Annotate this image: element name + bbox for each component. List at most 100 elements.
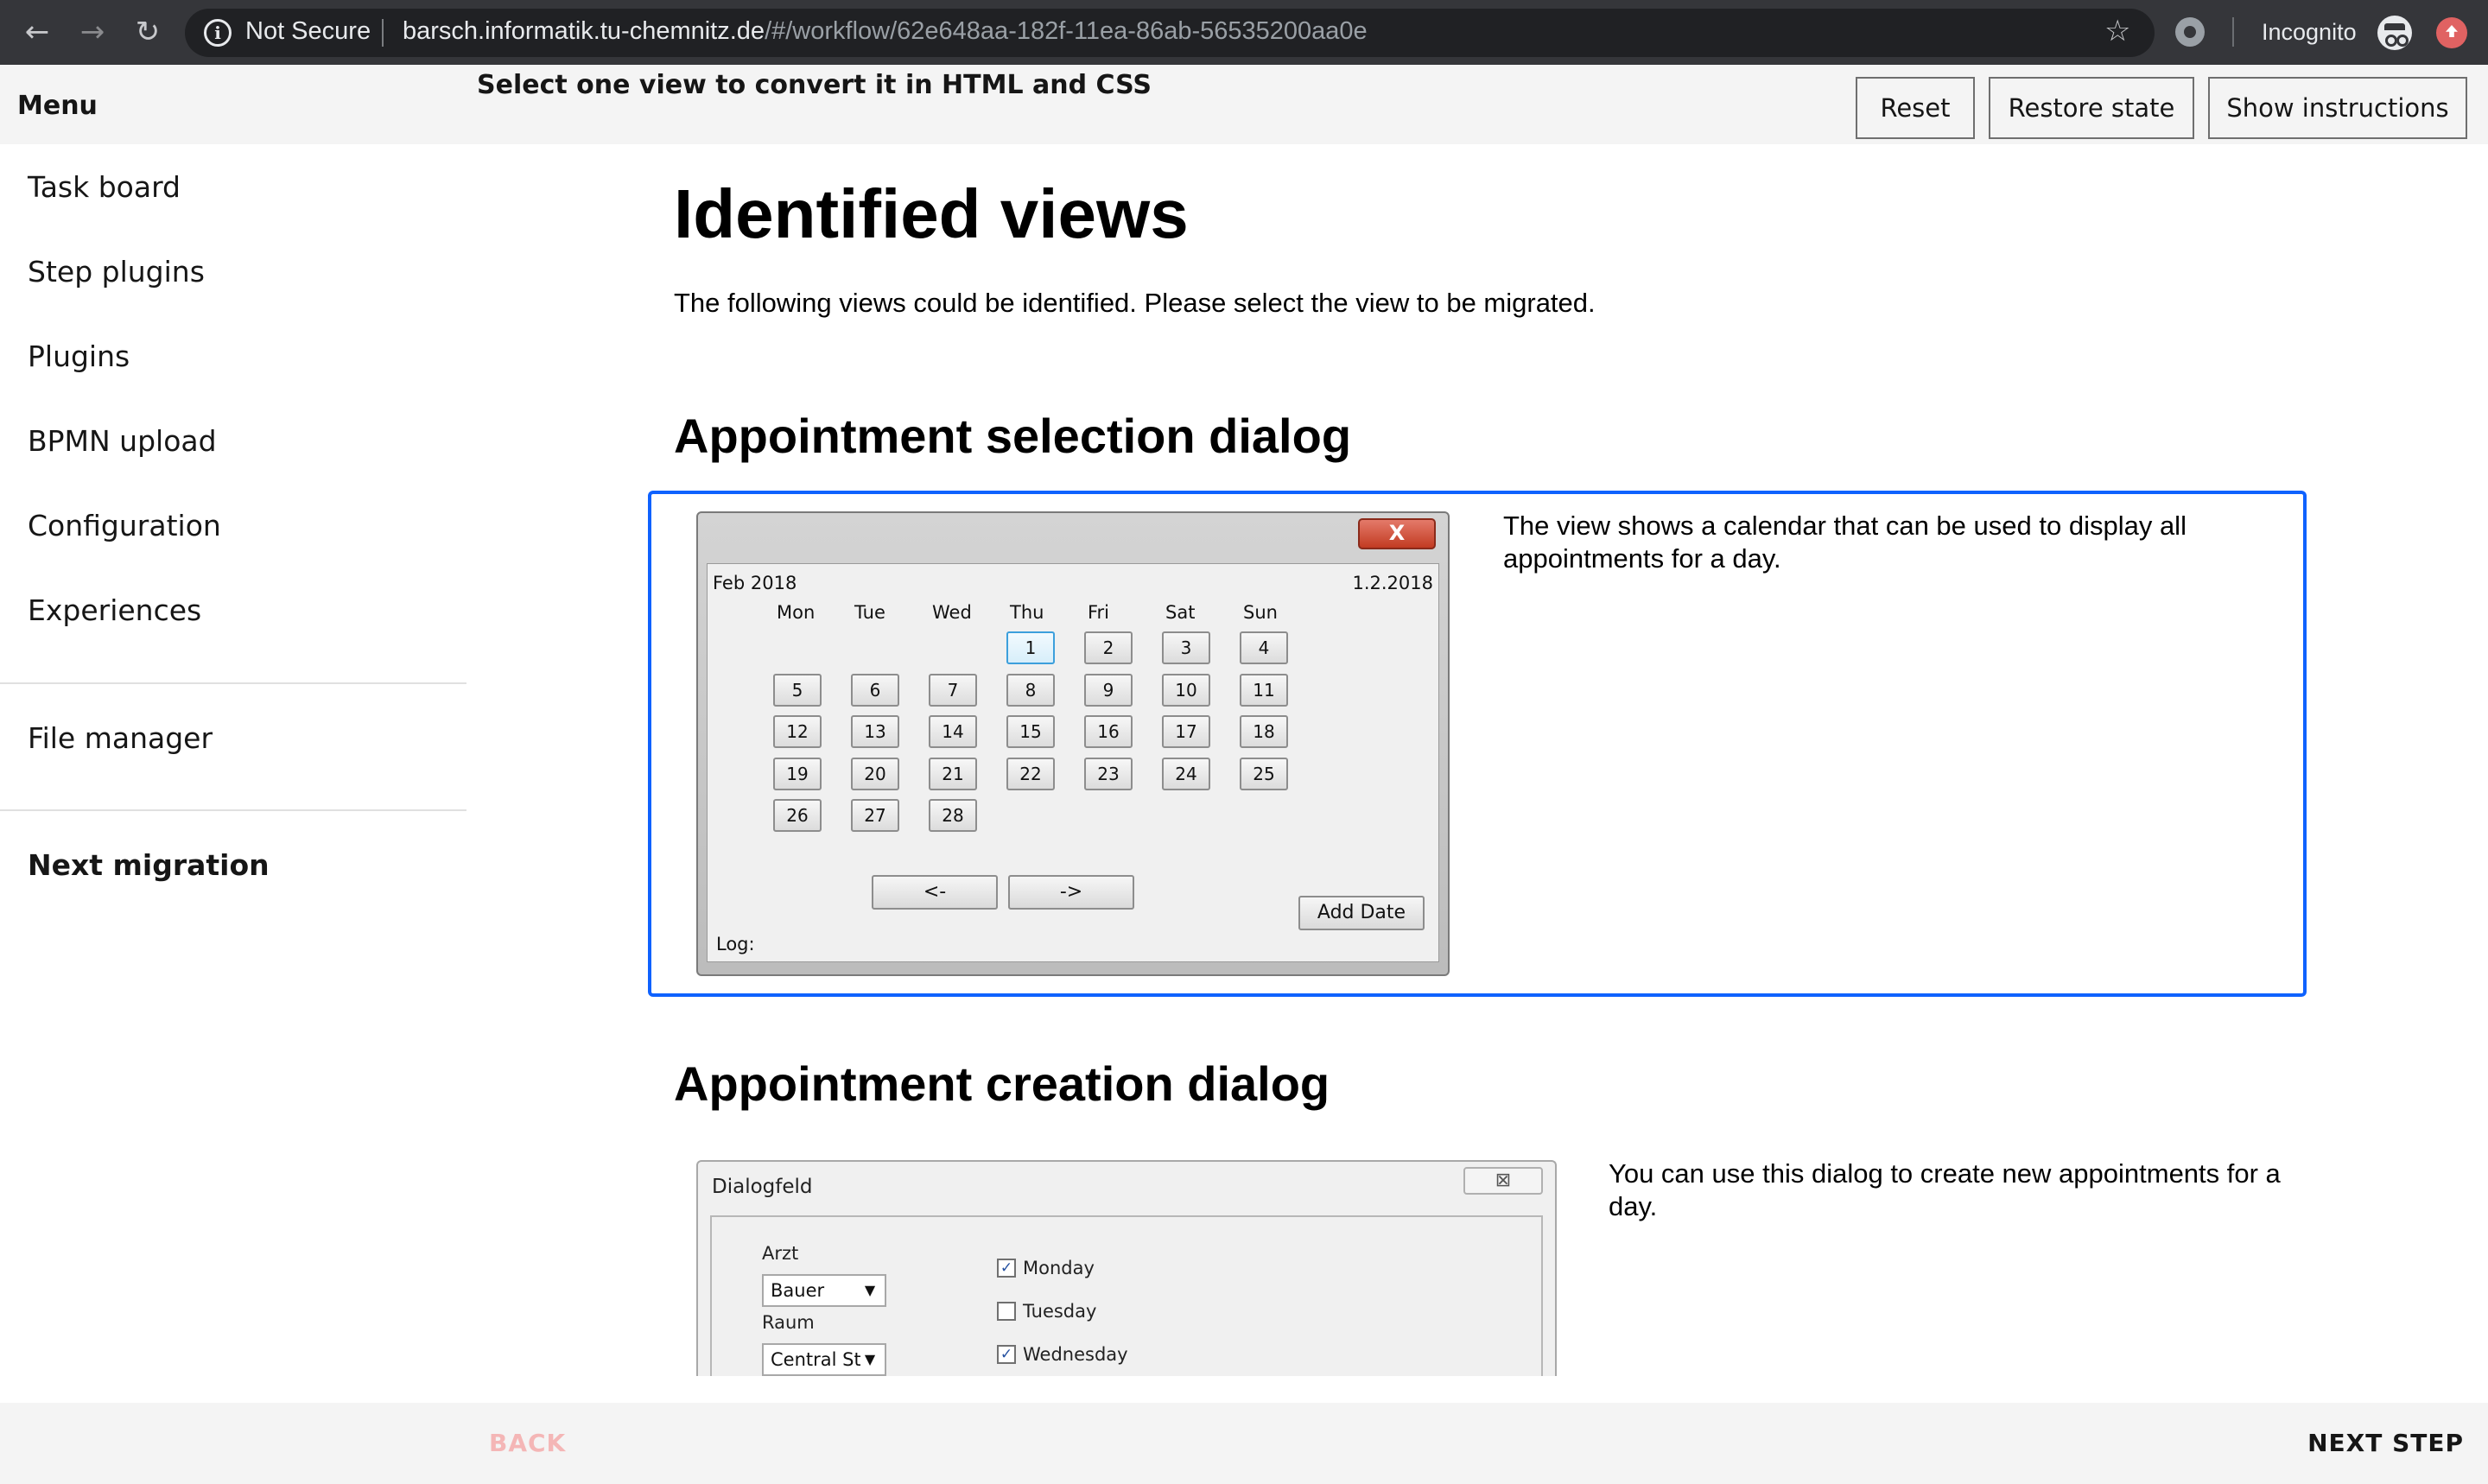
previous-month-button: <-: [872, 875, 998, 910]
security-label[interactable]: Not Secure: [245, 17, 371, 46]
reset-button[interactable]: Reset: [1856, 77, 1975, 139]
calendar-day-button: 11: [1240, 673, 1288, 707]
close-icon: X: [1358, 518, 1436, 549]
sidebar-divider: [0, 682, 466, 684]
calendar-day-button: 20: [851, 757, 899, 790]
toolbar-separator: [2232, 17, 2234, 47]
calendar-day-button: 14: [929, 715, 977, 749]
sidebar-item-experiences[interactable]: Experiences: [28, 593, 201, 627]
close-icon: ⊠: [1463, 1167, 1543, 1195]
calendar-day-button: 27: [851, 799, 899, 833]
sidebar-divider: [0, 809, 466, 811]
calendar-day-button: 7: [929, 673, 977, 707]
back-button[interactable]: BACK: [489, 1429, 566, 1457]
dialog-window-title: Dialogfeld: [712, 1176, 813, 1198]
calendar-day-button: 13: [851, 715, 899, 749]
restore-state-button[interactable]: Restore state: [1989, 77, 2194, 139]
calendar-day-button: 15: [1006, 715, 1055, 749]
weekday-label: Wed: [932, 602, 972, 623]
star-icon[interactable]: ☆: [2104, 14, 2130, 48]
extension-icon[interactable]: [2175, 17, 2205, 47]
chevron-down-icon: ▼: [860, 1345, 879, 1374]
page-description: The following views could be identified.…: [674, 288, 1596, 318]
menu-title: Menu: [17, 91, 98, 121]
calendar-day-button: 10: [1162, 673, 1210, 707]
sidebar-item-step-plugins[interactable]: Step plugins: [28, 255, 205, 289]
weekday-label: Tue: [854, 602, 885, 623]
calendar-day-button: 3: [1162, 631, 1210, 664]
incognito-icon[interactable]: [2377, 16, 2412, 50]
calendar-day-button: 2: [1084, 631, 1133, 664]
chevron-down-icon: ▼: [860, 1276, 879, 1305]
header-instruction: Select one view to convert it in HTML an…: [477, 70, 1152, 100]
calendar-day-button: 23: [1084, 757, 1133, 790]
checkbox: ✓: [997, 1259, 1016, 1278]
checkbox: [997, 1302, 1016, 1321]
wizard-footer: BACK NEXT STEP: [0, 1403, 2488, 1484]
weekday-label: Sun: [1243, 602, 1278, 623]
address-bar[interactable]: i Not Secure barsch.informatik.tu-chemni…: [185, 9, 2155, 57]
calendar-day-button: 12: [773, 715, 822, 749]
forward-arrow-icon[interactable]: →: [73, 12, 112, 52]
calendar-day-button: 28: [929, 799, 977, 833]
arzt-label: Arzt: [762, 1243, 799, 1264]
calendar-date-label: 1.2.2018: [1352, 573, 1433, 593]
calendar-day-button: 21: [929, 757, 977, 790]
calendar-client-area: Feb 2018 1.2.2018 Mon Tue Wed Thu Fri Sat Sun …: [707, 563, 1439, 962]
view-title-appointment-creation: Appointment creation dialog: [674, 1056, 1330, 1111]
calendar-day-button: 5: [773, 673, 822, 707]
calendar-day-button: 1: [1006, 631, 1055, 664]
weekday-label: Sat: [1165, 602, 1196, 623]
url-path: /#/workflow/62e648aa-182f-11ea-86ab-5653…: [765, 17, 1368, 45]
calendar-dialog-preview[interactable]: X Feb 2018 1.2.2018 Mon Tue Wed Thu Fri Sat Su…: [696, 511, 1450, 976]
calendar-day-button: 25: [1240, 757, 1288, 790]
page-title: Identified views: [674, 175, 1189, 252]
add-date-button: Add Date: [1298, 896, 1425, 930]
sidebar-item-bpmn-upload[interactable]: BPMN upload: [28, 424, 217, 458]
calendar-day-button: 26: [773, 799, 822, 833]
info-icon[interactable]: i: [204, 19, 232, 47]
app-header: Menu Select one view to convert it in HT…: [0, 65, 2488, 144]
calendar-day-button: 17: [1162, 715, 1210, 749]
next-month-button: ->: [1008, 875, 1134, 910]
raum-label: Raum: [762, 1312, 815, 1333]
calendar-day-button: 6: [851, 673, 899, 707]
checkbox: ✓: [997, 1345, 1016, 1364]
dialog-group-box: Arzt Bauer ▼ Raum Central St ▼ ✓ Monday Tues…: [710, 1215, 1543, 1376]
calendar-day-button: 8: [1006, 673, 1055, 707]
calendar-day-button: 22: [1006, 757, 1055, 790]
address-separator: [382, 19, 384, 47]
checkbox-label: Monday: [1023, 1258, 1095, 1278]
reload-icon[interactable]: ↻: [128, 12, 168, 52]
profile-icon[interactable]: [2436, 17, 2467, 48]
sidebar-item-next-migration[interactable]: Next migration: [28, 848, 270, 882]
weekday-label: Mon: [777, 602, 816, 623]
back-arrow-icon[interactable]: ←: [17, 12, 57, 52]
browser-toolbar: ← → ↻ i Not Secure barsch.informatik.tu-…: [0, 0, 2488, 65]
next-step-button[interactable]: NEXT STEP: [2307, 1429, 2464, 1457]
calendar-day-button: 16: [1084, 715, 1133, 749]
incognito-label: Incognito: [2262, 19, 2357, 45]
checkbox-label: Wednesday: [1023, 1344, 1128, 1365]
sidebar-item-task-board[interactable]: Task board: [28, 170, 181, 204]
checkbox-label: Tuesday: [1023, 1301, 1097, 1322]
weekday-label: Fri: [1088, 602, 1110, 623]
calendar-day-button: 24: [1162, 757, 1210, 790]
arzt-select: Bauer ▼: [762, 1274, 886, 1307]
view-description-appointment-creation: You can use this dialog to create new ap…: [1609, 1158, 2281, 1221]
sidebar-item-file-manager[interactable]: File manager: [28, 721, 213, 755]
sidebar-item-plugins[interactable]: Plugins: [28, 339, 130, 373]
calendar-day-button: 18: [1240, 715, 1288, 749]
raum-select: Central St ▼: [762, 1343, 886, 1376]
calendar-day-button: 4: [1240, 631, 1288, 664]
raum-value: Central St: [771, 1349, 861, 1370]
calendar-day-button: 19: [773, 757, 822, 790]
url-host: barsch.informatik.tu-chemnitz.de: [403, 17, 765, 45]
view-description-appointment-selection: The view shows a calendar that can be us…: [1503, 511, 2187, 574]
url-text[interactable]: barsch.informatik.tu-chemnitz.de/#/workf…: [403, 17, 1368, 46]
calendar-month-label: Feb 2018: [713, 573, 797, 593]
calendar-day-button: 9: [1084, 673, 1133, 707]
creation-dialog-preview[interactable]: Dialogfeld ⊠ Arzt Bauer ▼ Raum Central St…: [696, 1160, 1557, 1376]
sidebar-item-configuration[interactable]: Configuration: [28, 509, 221, 542]
show-instructions-button[interactable]: Show instructions: [2208, 77, 2467, 139]
